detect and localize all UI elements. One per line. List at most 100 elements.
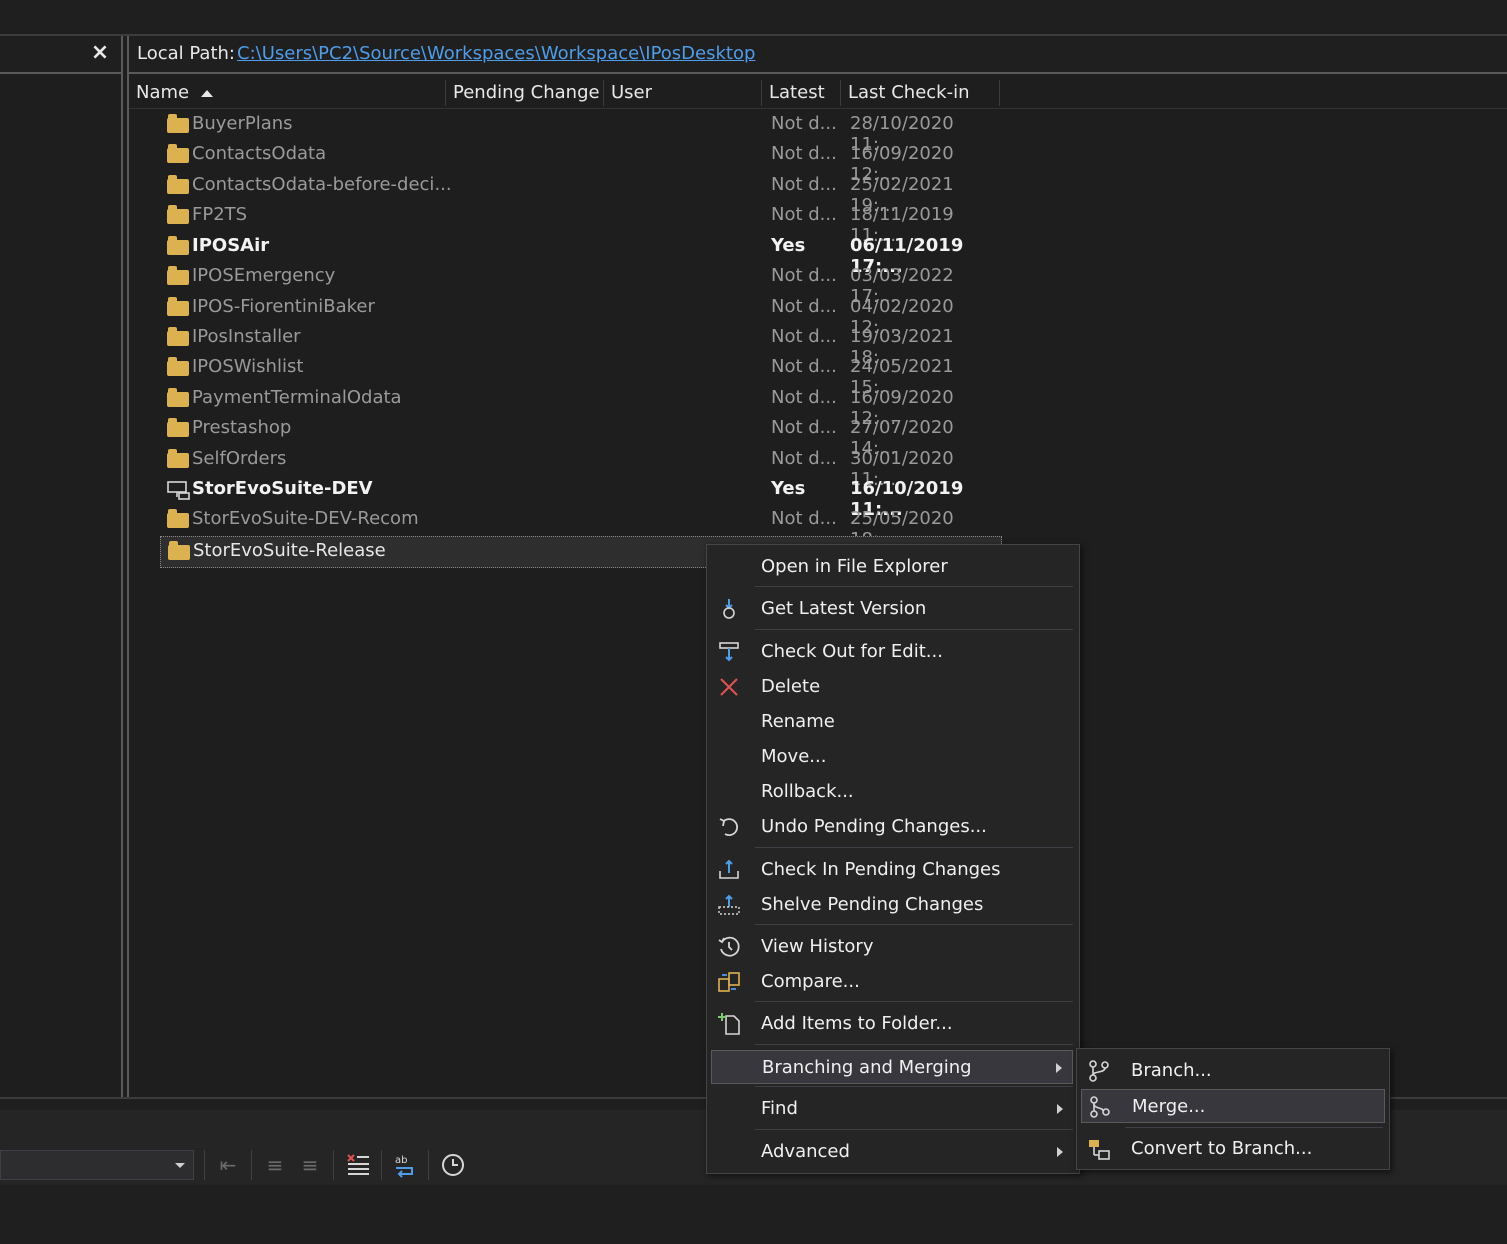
folder-icon (167, 357, 189, 376)
table-row[interactable]: IPosInstaller Not d... 19/03/2021 18:... (160, 323, 1000, 368)
folder-icon (167, 236, 189, 255)
menu-item-advanced[interactable]: Advanced (711, 1135, 1073, 1169)
row-latest: Not d... (771, 265, 837, 286)
menu-item-rename[interactable]: Rename (711, 705, 1073, 739)
column-header-pending-change[interactable]: Pending Change (446, 80, 604, 106)
clock-icon[interactable] (440, 1152, 466, 1178)
top-bar (0, 0, 1507, 36)
menu-item-get-latest[interactable]: Get Latest Version (711, 592, 1073, 626)
folder-icon (167, 297, 189, 316)
row-latest: Not d... (771, 417, 837, 438)
table-row[interactable]: IPOSAir Yes 06/11/2019 17:... (160, 232, 1000, 277)
row-name: ContactsOdata (192, 143, 327, 164)
compare-icon (717, 970, 741, 994)
chevron-right-icon (1056, 1063, 1062, 1073)
column-header-name-label: Name (136, 82, 190, 103)
merge-icon (1088, 1095, 1112, 1119)
table-row[interactable]: IPOS-FiorentiniBaker Not d... 04/02/2020 1… (160, 293, 1000, 338)
toolbar-separator (204, 1150, 205, 1180)
folder-icon (167, 175, 189, 194)
menu-item-check-out[interactable]: Check Out for Edit... (711, 635, 1073, 669)
menu-item-check-in[interactable]: Check In Pending Changes (711, 853, 1073, 887)
column-header-latest[interactable]: Latest (762, 80, 841, 106)
column-header-name[interactable]: Name (129, 80, 446, 106)
menu-separator (755, 1001, 1073, 1002)
menu-item-view-history[interactable]: View History (711, 930, 1073, 964)
table-row[interactable]: IPOSWishlist Not d... 24/05/2021 15:... (160, 353, 1000, 398)
menu-item-rollback[interactable]: Rollback... (711, 775, 1073, 809)
align-right-icon[interactable]: ≡ (297, 1152, 323, 1178)
row-latest: Not d... (771, 387, 837, 408)
table-row[interactable]: Prestashop Not d... 27/07/2020 14:... (160, 414, 1000, 459)
chevron-right-icon (1057, 1147, 1063, 1157)
left-pane (0, 36, 123, 1097)
row-name: StorEvoSuite-Release (193, 540, 386, 561)
row-name: IPOSWishlist (192, 356, 304, 377)
folder-icon (167, 418, 189, 437)
table-row[interactable]: StorEvoSuite-DEV-Recom Not d... 25/05/2020… (160, 505, 1000, 550)
folder-icon (167, 327, 189, 346)
branch-folder-icon (167, 480, 190, 500)
menu-item-compare[interactable]: Compare... (711, 965, 1073, 999)
get-latest-icon (717, 597, 741, 621)
menu-separator (755, 629, 1073, 630)
table-row[interactable]: IPOSEmergency Not d... 03/03/2022 17:... (160, 262, 1000, 307)
table-row[interactable]: PaymentTerminalOdata Not d... 16/09/2020 1… (160, 384, 1000, 429)
indent-left-icon[interactable]: ⇤ (215, 1152, 241, 1178)
align-left-icon[interactable]: ≡ (262, 1152, 288, 1178)
toolbar-separator (333, 1150, 334, 1180)
row-name: PaymentTerminalOdata (192, 387, 402, 408)
row-latest: Not d... (771, 296, 837, 317)
table-row[interactable]: SelfOrders Not d... 30/01/2020 11:... (160, 445, 1000, 490)
row-name: FP2TS (192, 204, 248, 225)
clear-list-icon[interactable] (345, 1152, 371, 1178)
menu-item-shelve[interactable]: Shelve Pending Changes (711, 888, 1073, 922)
menu-item-delete[interactable]: Delete (711, 670, 1073, 704)
menu-item-branching-merging[interactable]: Branching and Merging (711, 1050, 1073, 1084)
row-name: ContactsOdata-before-deci... (192, 174, 452, 195)
column-header-user[interactable]: User (604, 80, 762, 106)
check-out-icon (717, 640, 741, 664)
row-name: BuyerPlans (192, 113, 293, 134)
chevron-down-icon (175, 1163, 185, 1168)
table-row[interactable]: FP2TS Not d... 18/11/2019 11:... (160, 201, 1000, 246)
row-latest: Not d... (771, 356, 837, 377)
close-button[interactable]: × (88, 40, 112, 66)
toolbar-dropdown[interactable] (0, 1150, 194, 1180)
table-row[interactable]: StorEvoSuite-DEV Yes 16/10/2019 11:... (160, 475, 1000, 520)
add-items-icon (717, 1012, 741, 1036)
menu-item-undo-pending[interactable]: Undo Pending Changes... (711, 810, 1073, 844)
folder-icon (167, 144, 189, 163)
row-latest: Not d... (771, 143, 837, 164)
row-name: SelfOrders (192, 448, 287, 469)
menu-item-move[interactable]: Move... (711, 740, 1073, 774)
submenu-item-branch[interactable]: Branch... (1081, 1054, 1385, 1088)
column-header-last-checkin[interactable]: Last Check-in (841, 80, 1000, 106)
table-row[interactable]: ContactsOdata-before-deci... Not d... 25/0… (160, 171, 1000, 216)
context-menu: Open in File Explorer Get Latest Version… (706, 544, 1080, 1174)
row-latest: Not d... (771, 508, 837, 529)
submenu-item-convert[interactable]: Convert to Branch... (1081, 1132, 1385, 1166)
menu-separator (755, 1129, 1073, 1130)
table-row[interactable]: ContactsOdata Not d... 16/09/2020 12:... (160, 140, 1000, 185)
word-wrap-icon[interactable]: ab (392, 1152, 418, 1178)
menu-item-find[interactable]: Find (711, 1092, 1073, 1126)
check-in-icon (717, 858, 741, 882)
menu-item-add-items[interactable]: Add Items to Folder... (711, 1007, 1073, 1041)
table-row[interactable]: BuyerPlans Not d... 28/10/2020 11:... (160, 110, 1000, 155)
toolbar-separator (428, 1150, 429, 1180)
local-path-link[interactable]: C:\Users\PC2\Source\Workspaces\Workspace… (237, 43, 755, 64)
submenu-item-merge[interactable]: Merge... (1081, 1089, 1385, 1123)
menu-item-open-in-explorer[interactable]: Open in File Explorer (711, 550, 1073, 584)
menu-separator (755, 1044, 1073, 1045)
row-latest: Not d... (771, 204, 837, 225)
folder-icon (167, 114, 189, 133)
folder-icon (168, 541, 190, 560)
folder-icon (167, 205, 189, 224)
row-name: Prestashop (192, 417, 292, 438)
toolbar-separator (251, 1150, 252, 1180)
local-path-label: Local Path: (137, 43, 235, 64)
row-name: IPOSEmergency (192, 265, 336, 286)
folder-icon (167, 388, 189, 407)
chevron-right-icon (1057, 1104, 1063, 1114)
